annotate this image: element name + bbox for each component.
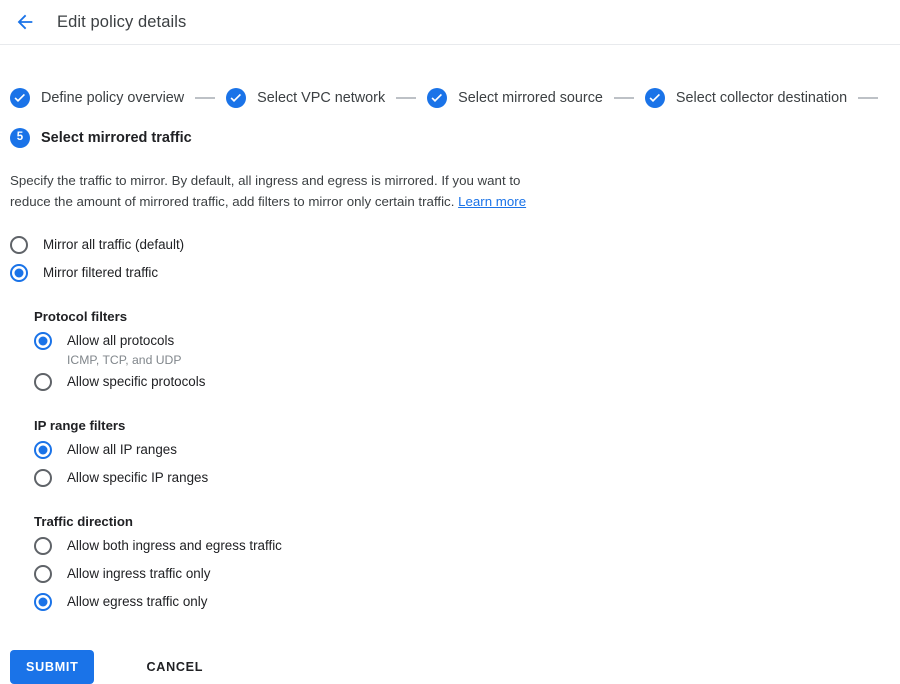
radio-label: Allow ingress traffic only	[67, 566, 211, 581]
mirror-mode-group: Mirror all traffic (default) Mirror filt…	[10, 234, 900, 288]
app-header: Edit policy details	[0, 0, 900, 45]
radio-label: Allow specific IP ranges	[67, 470, 209, 485]
radio-icon-selected	[34, 332, 52, 350]
back-button[interactable]	[10, 7, 40, 37]
radio-mirror-filtered-traffic[interactable]: Mirror filtered traffic	[10, 262, 900, 288]
filters-panel: Protocol filters Allow all protocols ICM…	[10, 309, 900, 617]
radio-allow-specific-ip-ranges[interactable]: Allow specific IP ranges	[34, 467, 900, 493]
check-circle-icon	[427, 88, 448, 108]
radio-icon-selected	[34, 593, 52, 611]
protocol-filters-group: Protocol filters Allow all protocols ICM…	[34, 309, 900, 397]
submit-button[interactable]: SUBMIT	[10, 650, 95, 684]
radio-label: Allow egress traffic only	[67, 594, 208, 609]
step-define-policy-overview[interactable]: Define policy overview	[10, 88, 184, 108]
radio-icon	[34, 373, 52, 391]
step-label: Select mirrored traffic	[41, 130, 192, 146]
radio-allow-ingress-only[interactable]: Allow ingress traffic only	[34, 563, 900, 589]
step-separator	[396, 97, 417, 99]
radio-allow-both-ingress-and-egress[interactable]: Allow both ingress and egress traffic	[34, 535, 900, 561]
radio-icon	[34, 565, 52, 583]
radio-label: Allow both ingress and egress traffic	[67, 538, 282, 553]
step-select-mirrored-traffic: 5 Select mirrored traffic	[0, 128, 900, 148]
learn-more-link[interactable]: Learn more	[458, 194, 526, 209]
group-title: IP range filters	[34, 418, 126, 433]
radio-label: Allow all IP ranges	[67, 442, 177, 457]
radio-allow-egress-only[interactable]: Allow egress traffic only	[34, 591, 900, 617]
step-separator	[613, 97, 634, 99]
radio-icon-selected	[34, 441, 52, 459]
stepper: Define policy overview Select VPC networ…	[0, 86, 900, 110]
step-label: Define policy overview	[41, 90, 185, 106]
radio-label: Allow all protocols	[67, 333, 175, 348]
radio-sublabel: ICMP, TCP, and UDP	[67, 353, 182, 367]
step-label: Select collector destination	[675, 90, 848, 106]
check-circle-icon	[644, 88, 665, 108]
radio-label: Mirror filtered traffic	[43, 265, 159, 280]
step-separator	[858, 97, 879, 99]
step-separator	[195, 97, 216, 99]
page-title: Edit policy details	[57, 12, 187, 31]
step-select-mirrored-source[interactable]: Select mirrored source	[427, 88, 603, 108]
radio-label: Mirror all traffic (default)	[43, 237, 185, 252]
traffic-direction-group: Traffic direction Allow both ingress and…	[34, 514, 900, 617]
check-circle-icon	[10, 88, 30, 108]
main-content: Specify the traffic to mirror. By defaul…	[0, 171, 900, 617]
check-circle-icon	[226, 88, 247, 108]
radio-allow-all-ip-ranges[interactable]: Allow all IP ranges	[34, 439, 900, 465]
group-title: Protocol filters	[34, 309, 128, 324]
step-select-collector-destination[interactable]: Select collector destination	[644, 88, 848, 108]
radio-allow-all-protocols[interactable]: Allow all protocols ICMP, TCP, and UDP	[34, 330, 900, 369]
group-title: Traffic direction	[34, 514, 133, 529]
arrow-left-icon	[14, 11, 36, 33]
step-number-badge: 5	[10, 128, 30, 148]
radio-icon	[34, 469, 52, 487]
radio-icon	[34, 537, 52, 555]
step-label: Select VPC network	[257, 90, 386, 106]
radio-allow-specific-protocols[interactable]: Allow specific protocols	[34, 371, 900, 397]
description-text: Specify the traffic to mirror. By defaul…	[10, 173, 521, 209]
radio-icon	[10, 236, 28, 254]
description: Specify the traffic to mirror. By defaul…	[10, 171, 530, 212]
radio-label: Allow specific protocols	[67, 374, 206, 389]
step-number: 5	[16, 131, 24, 144]
radio-mirror-all-traffic[interactable]: Mirror all traffic (default)	[10, 234, 900, 260]
radio-icon-selected	[10, 264, 28, 282]
form-actions: SUBMIT CANCEL	[0, 650, 900, 684]
ip-range-filters-group: IP range filters Allow all IP ranges All…	[34, 418, 900, 493]
cancel-button[interactable]: CANCEL	[130, 650, 219, 684]
step-label: Select mirrored source	[458, 90, 603, 106]
step-select-vpc-network[interactable]: Select VPC network	[226, 88, 385, 108]
